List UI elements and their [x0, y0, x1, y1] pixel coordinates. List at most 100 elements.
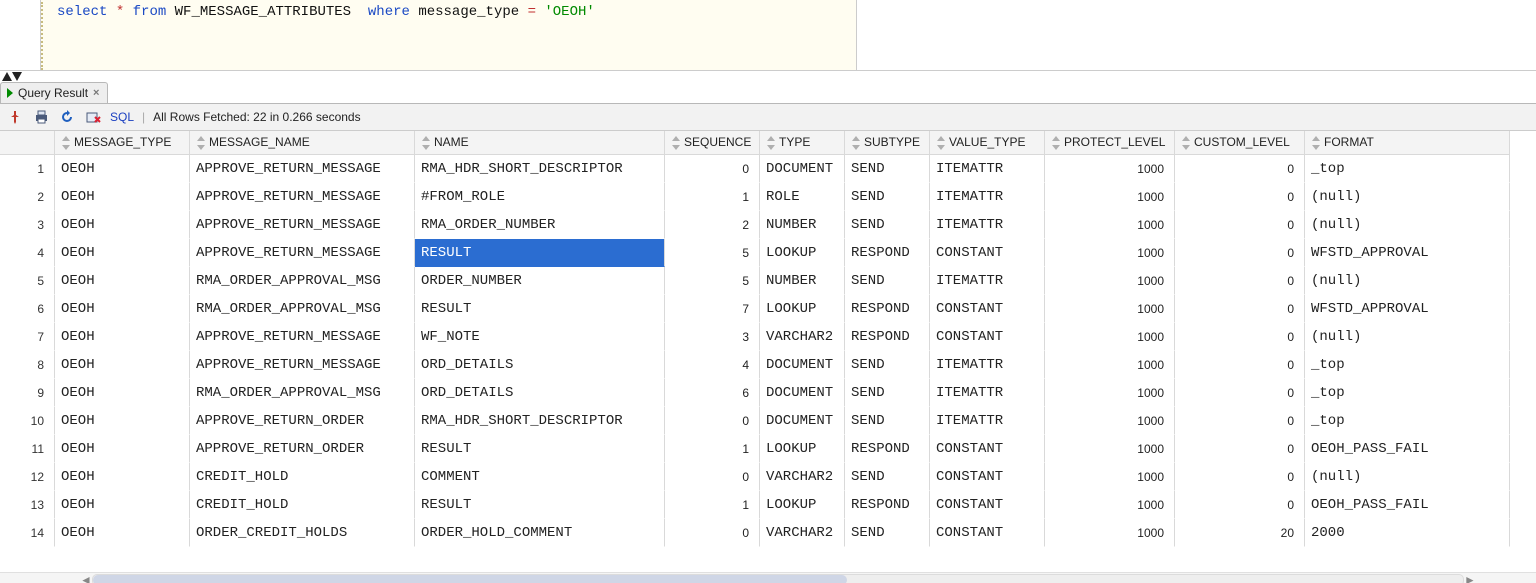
cell-subtype[interactable]: SEND: [845, 155, 930, 183]
cell-message_type[interactable]: OEOH: [55, 239, 190, 267]
table-row[interactable]: 7OEOHAPPROVE_RETURN_MESSAGEWF_NOTE3VARCH…: [0, 323, 1510, 351]
cell-custom_level[interactable]: 0: [1175, 323, 1305, 351]
table-row[interactable]: 5OEOHRMA_ORDER_APPROVAL_MSGORDER_NUMBER5…: [0, 267, 1510, 295]
cell-protect_level[interactable]: 1000: [1045, 519, 1175, 547]
column-header-protect_level[interactable]: PROTECT_LEVEL: [1045, 131, 1175, 155]
cell-name[interactable]: RESULT: [415, 491, 665, 519]
cell-protect_level[interactable]: 1000: [1045, 323, 1175, 351]
cell-message_type[interactable]: OEOH: [55, 379, 190, 407]
cell-message_name[interactable]: APPROVE_RETURN_MESSAGE: [190, 211, 415, 239]
cell-value_type[interactable]: ITEMATTR: [930, 351, 1045, 379]
sql-editor[interactable]: select * from WF_MESSAGE_ATTRIBUTES wher…: [41, 0, 857, 70]
cell-name[interactable]: RESULT: [415, 239, 665, 267]
cell-value_type[interactable]: CONSTANT: [930, 519, 1045, 547]
cell-value_type[interactable]: CONSTANT: [930, 239, 1045, 267]
cell-sequence[interactable]: 7: [665, 295, 760, 323]
table-row[interactable]: 10OEOHAPPROVE_RETURN_ORDERRMA_HDR_SHORT_…: [0, 407, 1510, 435]
close-icon[interactable]: ×: [93, 87, 99, 99]
table-row[interactable]: 2OEOHAPPROVE_RETURN_MESSAGE#FROM_ROLE1RO…: [0, 183, 1510, 211]
cell-message_type[interactable]: OEOH: [55, 351, 190, 379]
cell-sequence[interactable]: 3: [665, 323, 760, 351]
cell-value_type[interactable]: ITEMATTR: [930, 407, 1045, 435]
cell-sequence[interactable]: 1: [665, 183, 760, 211]
cell-value_type[interactable]: CONSTANT: [930, 435, 1045, 463]
cell-sequence[interactable]: 0: [665, 463, 760, 491]
pin-icon[interactable]: [6, 108, 24, 126]
column-header-subtype[interactable]: SUBTYPE: [845, 131, 930, 155]
cell-custom_level[interactable]: 0: [1175, 239, 1305, 267]
cell-type[interactable]: NUMBER: [760, 267, 845, 295]
cell-message_name[interactable]: RMA_ORDER_APPROVAL_MSG: [190, 267, 415, 295]
cell-message_type[interactable]: OEOH: [55, 295, 190, 323]
table-row[interactable]: 8OEOHAPPROVE_RETURN_MESSAGEORD_DETAILS4D…: [0, 351, 1510, 379]
cell-custom_level[interactable]: 0: [1175, 407, 1305, 435]
cell-custom_level[interactable]: 0: [1175, 491, 1305, 519]
cell-type[interactable]: LOOKUP: [760, 295, 845, 323]
query-result-grid[interactable]: MESSAGE_TYPEMESSAGE_NAMENAMESEQUENCETYPE…: [0, 131, 1536, 572]
table-row[interactable]: 6OEOHRMA_ORDER_APPROVAL_MSGRESULT7LOOKUP…: [0, 295, 1510, 323]
cell-subtype[interactable]: RESPOND: [845, 323, 930, 351]
sql-text[interactable]: select * from WF_MESSAGE_ATTRIBUTES wher…: [57, 4, 595, 20]
cell-type[interactable]: VARCHAR2: [760, 323, 845, 351]
column-header-message_name[interactable]: MESSAGE_NAME: [190, 131, 415, 155]
cell-protect_level[interactable]: 1000: [1045, 155, 1175, 183]
column-header-sequence[interactable]: SEQUENCE: [665, 131, 760, 155]
cell-value_type[interactable]: CONSTANT: [930, 463, 1045, 491]
cell-protect_level[interactable]: 1000: [1045, 295, 1175, 323]
cell-custom_level[interactable]: 0: [1175, 463, 1305, 491]
cell-type[interactable]: DOCUMENT: [760, 155, 845, 183]
column-header-name[interactable]: NAME: [415, 131, 665, 155]
cell-protect_level[interactable]: 1000: [1045, 435, 1175, 463]
cell-value_type[interactable]: CONSTANT: [930, 323, 1045, 351]
print-icon[interactable]: [32, 108, 50, 126]
cell-type[interactable]: LOOKUP: [760, 239, 845, 267]
tab-query-result[interactable]: Query Result ×: [0, 82, 108, 103]
table-row[interactable]: 3OEOHAPPROVE_RETURN_MESSAGERMA_ORDER_NUM…: [0, 211, 1510, 239]
cell-custom_level[interactable]: 0: [1175, 211, 1305, 239]
cell-format[interactable]: OEOH_PASS_FAIL: [1305, 491, 1510, 519]
cell-protect_level[interactable]: 1000: [1045, 183, 1175, 211]
cell-name[interactable]: RESULT: [415, 295, 665, 323]
cell-message_type[interactable]: OEOH: [55, 183, 190, 211]
cell-name[interactable]: WF_NOTE: [415, 323, 665, 351]
refresh-icon[interactable]: [58, 108, 76, 126]
scroll-track[interactable]: [92, 574, 1464, 583]
splitter-drag-row[interactable]: [0, 71, 1536, 81]
cell-protect_level[interactable]: 1000: [1045, 491, 1175, 519]
cell-sequence[interactable]: 1: [665, 435, 760, 463]
cell-subtype[interactable]: RESPOND: [845, 491, 930, 519]
cell-type[interactable]: VARCHAR2: [760, 519, 845, 547]
cell-sequence[interactable]: 4: [665, 351, 760, 379]
table-row[interactable]: 14OEOHORDER_CREDIT_HOLDSORDER_HOLD_COMME…: [0, 519, 1510, 547]
cell-name[interactable]: ORD_DETAILS: [415, 379, 665, 407]
cell-message_name[interactable]: APPROVE_RETURN_ORDER: [190, 435, 415, 463]
column-header-message_type[interactable]: MESSAGE_TYPE: [55, 131, 190, 155]
column-header-custom_level[interactable]: CUSTOM_LEVEL: [1175, 131, 1305, 155]
cell-name[interactable]: COMMENT: [415, 463, 665, 491]
scroll-thumb[interactable]: [93, 575, 847, 583]
cell-subtype[interactable]: RESPOND: [845, 295, 930, 323]
cell-format[interactable]: OEOH_PASS_FAIL: [1305, 435, 1510, 463]
cell-name[interactable]: RMA_ORDER_NUMBER: [415, 211, 665, 239]
cell-subtype[interactable]: SEND: [845, 267, 930, 295]
cell-sequence[interactable]: 0: [665, 407, 760, 435]
cell-message_name[interactable]: APPROVE_RETURN_MESSAGE: [190, 323, 415, 351]
cell-type[interactable]: LOOKUP: [760, 491, 845, 519]
cell-message_type[interactable]: OEOH: [55, 155, 190, 183]
sql-link[interactable]: SQL: [110, 110, 134, 124]
cell-message_type[interactable]: OEOH: [55, 267, 190, 295]
cell-message_name[interactable]: RMA_ORDER_APPROVAL_MSG: [190, 379, 415, 407]
cell-name[interactable]: ORDER_HOLD_COMMENT: [415, 519, 665, 547]
cell-subtype[interactable]: RESPOND: [845, 239, 930, 267]
cell-protect_level[interactable]: 1000: [1045, 351, 1175, 379]
cell-value_type[interactable]: ITEMATTR: [930, 267, 1045, 295]
cell-custom_level[interactable]: 20: [1175, 519, 1305, 547]
cell-protect_level[interactable]: 1000: [1045, 407, 1175, 435]
cell-message_type[interactable]: OEOH: [55, 323, 190, 351]
table-row[interactable]: 12OEOHCREDIT_HOLDCOMMENT0VARCHAR2SENDCON…: [0, 463, 1510, 491]
cell-custom_level[interactable]: 0: [1175, 435, 1305, 463]
cell-subtype[interactable]: SEND: [845, 407, 930, 435]
table-row[interactable]: 4OEOHAPPROVE_RETURN_MESSAGERESULT5LOOKUP…: [0, 239, 1510, 267]
cell-type[interactable]: ROLE: [760, 183, 845, 211]
cell-sequence[interactable]: 5: [665, 267, 760, 295]
